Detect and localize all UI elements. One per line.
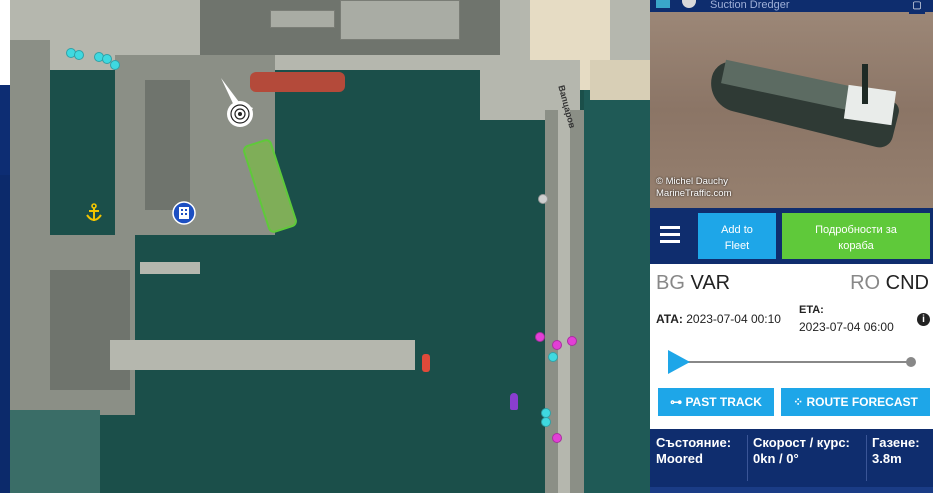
voyage-section: BG CNDVAR RO CND ATA: 2023-07-04 00:10 E… — [650, 264, 933, 429]
flag-icon — [656, 0, 670, 8]
vessel-marker[interactable] — [538, 194, 548, 204]
vessel-type-icon — [682, 0, 696, 8]
vessel-photo[interactable]: Suction Dredger ▢ © Michel Dauchy Marine… — [650, 0, 933, 208]
vessel-details-button[interactable]: Подробности за кораба — [782, 213, 930, 259]
draught: Газене: 3.8m — [872, 435, 920, 466]
vessel-marker[interactable] — [548, 352, 558, 362]
add-to-fleet-button[interactable]: Add to Fleet — [698, 213, 776, 259]
voyage-progress-arrow — [668, 350, 690, 374]
past-track-button[interactable]: ⊶ PAST TRACK — [658, 388, 774, 416]
voyage-progress-end — [906, 357, 916, 367]
info-icon[interactable]: i — [917, 313, 930, 326]
vessel-type-label: Suction Dredger — [710, 0, 790, 11]
eta-label: ETA: — [799, 304, 824, 316]
voyage-progress-track — [670, 361, 910, 363]
track-icon: ⊶ — [670, 395, 686, 409]
route-forecast-button[interactable]: ⁘ ROUTE FORECAST — [781, 388, 930, 416]
action-bar: Add to Fleet Подробности за кораба — [650, 208, 933, 264]
expand-icon[interactable]: ▢ — [909, 0, 925, 14]
vessel-header: Suction Dredger — [650, 0, 933, 12]
navigation-status: Състояние: Moored — [656, 435, 732, 466]
selected-vessel-marker[interactable] — [217, 72, 267, 132]
destination-port[interactable]: RO CND — [850, 272, 929, 295]
ata-info: ATA: 2023-07-04 00:10 — [656, 312, 781, 326]
vessel-marker[interactable] — [552, 340, 562, 350]
vessel-marker[interactable] — [74, 50, 84, 60]
vessel-marker[interactable] — [567, 336, 577, 346]
map-view[interactable]: Вапцаров — [10, 0, 650, 493]
eta-value: 2023-07-04 06:00 — [799, 320, 894, 334]
building-icon[interactable] — [172, 201, 196, 225]
vessel-status-bar: Състояние: Moored Скорост / курс: 0kn / … — [650, 429, 933, 493]
photo-credit: © Michel Dauchy MarineTraffic.com — [656, 176, 732, 199]
vessel-marker[interactable] — [535, 332, 545, 342]
vessel-marker[interactable] — [541, 417, 551, 427]
anchor-icon[interactable] — [85, 203, 103, 223]
vessel-info-panel: Suction Dredger ▢ © Michel Dauchy Marine… — [650, 0, 933, 493]
left-sidebar-strip — [0, 0, 10, 493]
vessel-marker[interactable] — [552, 433, 562, 443]
forecast-pin-icon: ⁘ — [793, 395, 807, 409]
departure-port[interactable]: BG CNDVAR — [656, 272, 730, 295]
vessel-marker[interactable] — [110, 60, 120, 70]
speed-course: Скорост / курс: 0kn / 0° — [753, 435, 850, 466]
menu-icon[interactable] — [660, 226, 680, 244]
